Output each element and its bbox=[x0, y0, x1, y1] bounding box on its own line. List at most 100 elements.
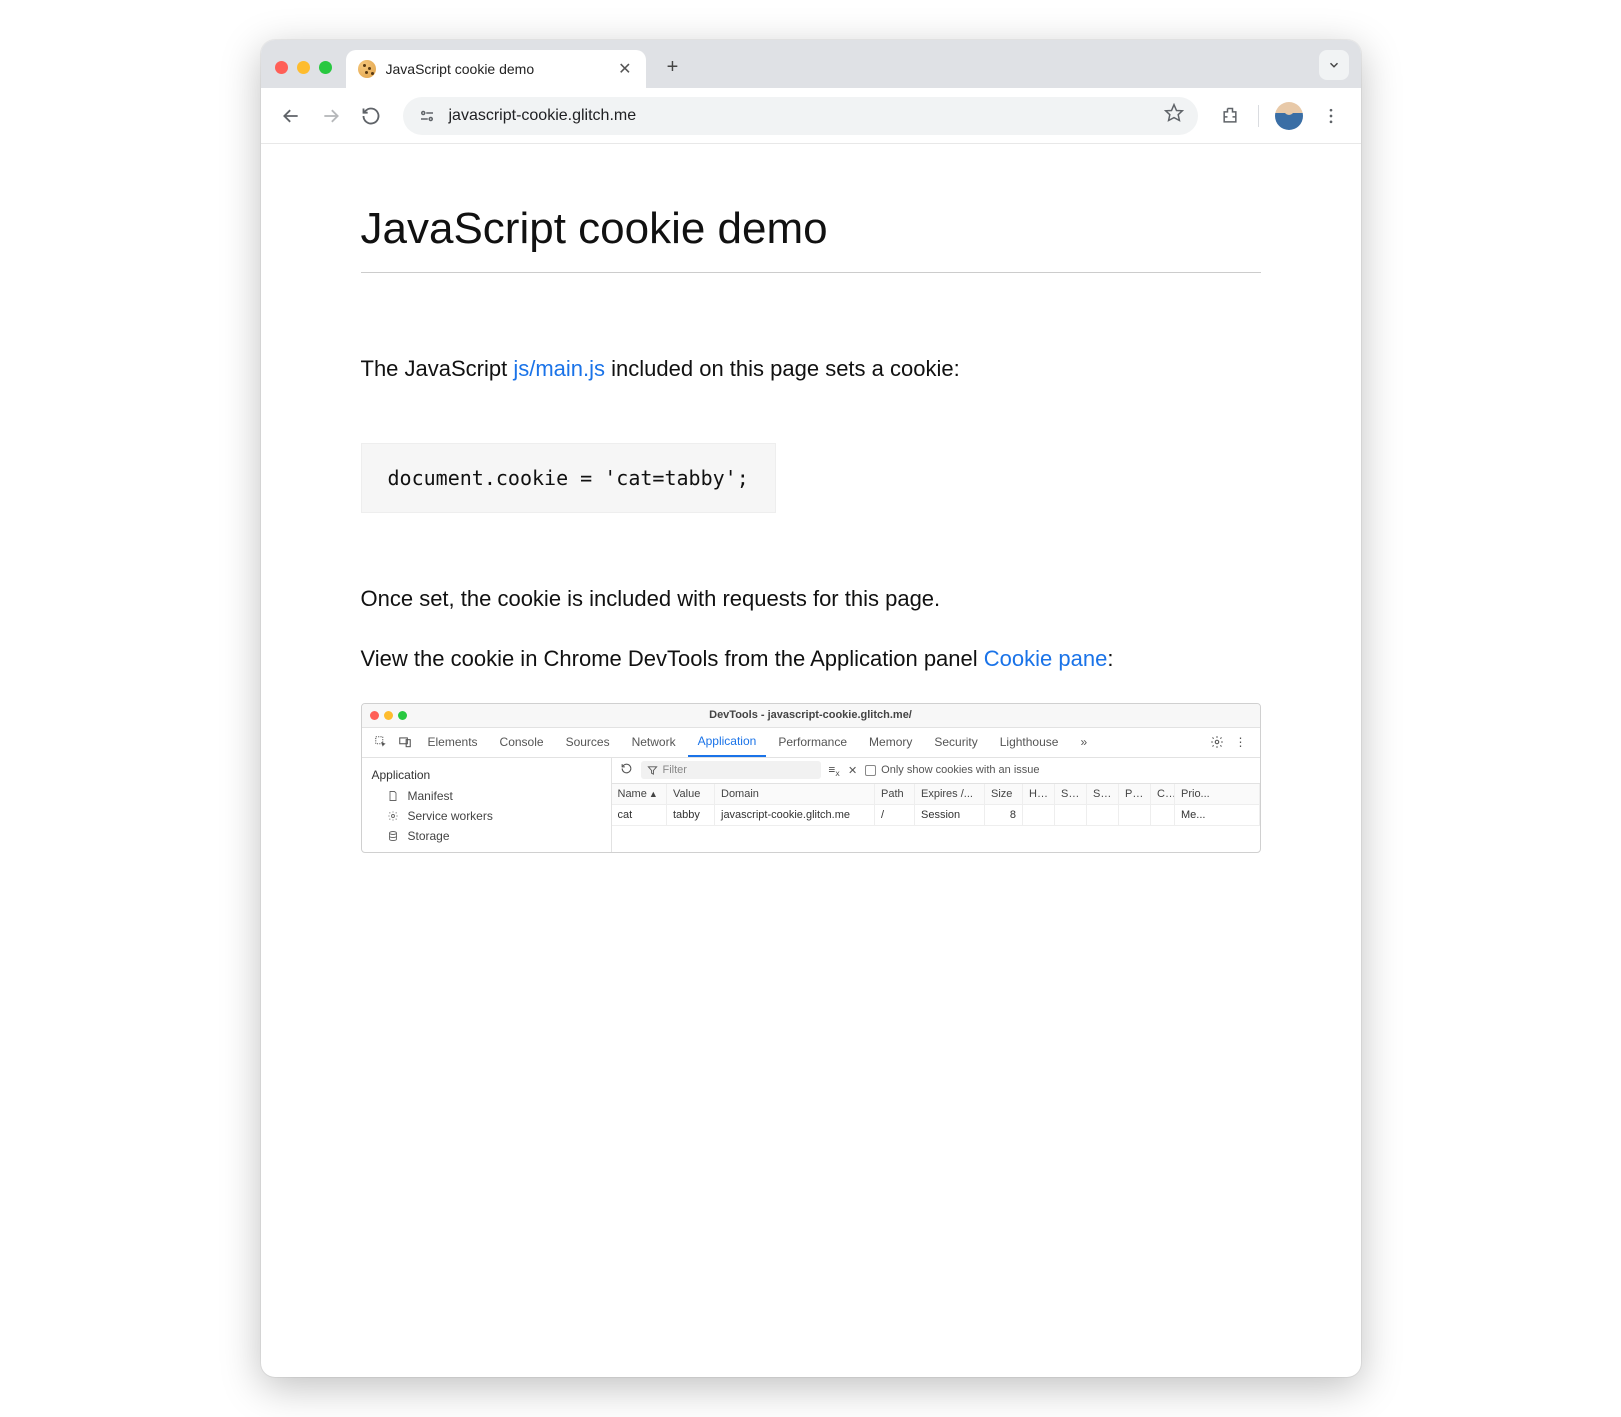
cell-value: tabby bbox=[667, 804, 715, 825]
cookie-row[interactable]: cat tabby javascript-cookie.glitch.me / … bbox=[612, 804, 1260, 825]
page-content: JavaScript cookie demo The JavaScript js… bbox=[261, 144, 1361, 893]
tab-dropdown-button[interactable] bbox=[1319, 50, 1349, 80]
para3-text-2: : bbox=[1107, 646, 1113, 671]
devtools-minimize-button[interactable] bbox=[384, 711, 393, 720]
col-domain[interactable]: Domain bbox=[715, 784, 875, 805]
mainjs-link[interactable]: js/main.js bbox=[513, 356, 605, 381]
col-path[interactable]: Path bbox=[875, 784, 915, 805]
clear-all-icon[interactable]: ✕ bbox=[848, 764, 857, 777]
tab-sources[interactable]: Sources bbox=[556, 728, 620, 757]
toolbar: javascript-cookie.glitch.me bbox=[261, 88, 1361, 144]
cookie-filter-input[interactable]: Filter bbox=[641, 761, 821, 779]
devtools-sidebar: Application Manifest Service workers bbox=[362, 758, 612, 852]
devtools-maximize-button[interactable] bbox=[398, 711, 407, 720]
page-title: JavaScript cookie demo bbox=[361, 204, 1261, 273]
database-icon bbox=[386, 830, 400, 842]
browser-window: JavaScript cookie demo ✕ + javascript-co… bbox=[261, 40, 1361, 1377]
cell-c bbox=[1151, 804, 1175, 825]
devtools-main: Filter ≡x ✕ Only show cookies with an is… bbox=[612, 758, 1260, 852]
cell-size: 8 bbox=[985, 804, 1023, 825]
sidebar-item-service-workers[interactable]: Service workers bbox=[362, 806, 611, 826]
sort-asc-icon: ▲ bbox=[649, 789, 658, 799]
sidebar-item-storage[interactable]: Storage bbox=[362, 826, 611, 846]
checkbox-icon bbox=[865, 765, 876, 776]
devtools-menu-icon[interactable]: ⋮ bbox=[1230, 735, 1252, 749]
back-button[interactable] bbox=[273, 98, 309, 134]
tabs-overflow[interactable]: » bbox=[1070, 728, 1097, 757]
cell-partition bbox=[1119, 804, 1151, 825]
col-priority[interactable]: Prio... bbox=[1175, 784, 1260, 805]
profile-avatar[interactable] bbox=[1275, 102, 1303, 130]
tab-elements[interactable]: Elements bbox=[418, 728, 488, 757]
col-name[interactable]: Name▲ bbox=[612, 784, 667, 805]
tab-title: JavaScript cookie demo bbox=[386, 61, 607, 77]
extensions-button[interactable] bbox=[1212, 98, 1248, 134]
maximize-window-button[interactable] bbox=[319, 61, 332, 74]
devtools-close-button[interactable] bbox=[370, 711, 379, 720]
cookie-filter-bar: Filter ≡x ✕ Only show cookies with an is… bbox=[612, 758, 1260, 784]
col-size[interactable]: Size bbox=[985, 784, 1023, 805]
tab-network[interactable]: Network bbox=[622, 728, 686, 757]
col-expires[interactable]: Expires /... bbox=[915, 784, 985, 805]
intro-text-1: The JavaScript bbox=[361, 356, 514, 381]
device-toolbar-icon[interactable] bbox=[394, 735, 416, 749]
col-samesite[interactable]: Sa... bbox=[1087, 784, 1119, 805]
url-text: javascript-cookie.glitch.me bbox=[449, 107, 1152, 125]
intro-paragraph: The JavaScript js/main.js included on th… bbox=[361, 353, 1261, 385]
col-value[interactable]: Value bbox=[667, 784, 715, 805]
gear-icon bbox=[386, 810, 400, 822]
reload-button[interactable] bbox=[353, 98, 389, 134]
devtools-panel-tabs: Elements Console Sources Network Applica… bbox=[362, 728, 1260, 758]
only-issue-checkbox[interactable]: Only show cookies with an issue bbox=[865, 764, 1039, 776]
new-tab-button[interactable]: + bbox=[660, 54, 686, 80]
cell-secure bbox=[1055, 804, 1087, 825]
para3-text-1: View the cookie in Chrome DevTools from … bbox=[361, 646, 984, 671]
devtools-body: Application Manifest Service workers bbox=[362, 758, 1260, 852]
minimize-window-button[interactable] bbox=[297, 61, 310, 74]
browser-tab[interactable]: JavaScript cookie demo ✕ bbox=[346, 50, 646, 88]
col-partition[interactable]: Pa... bbox=[1119, 784, 1151, 805]
forward-button[interactable] bbox=[313, 98, 349, 134]
cell-samesite bbox=[1087, 804, 1119, 825]
inspect-element-icon[interactable] bbox=[370, 735, 392, 749]
devtools-window: DevTools - javascript-cookie.glitch.me/ … bbox=[361, 703, 1261, 853]
intro-text-2: included on this page sets a cookie: bbox=[605, 356, 960, 381]
tab-strip: JavaScript cookie demo ✕ + bbox=[261, 40, 1361, 88]
code-block: document.cookie = 'cat=tabby'; bbox=[361, 443, 776, 513]
close-tab-button[interactable]: ✕ bbox=[616, 59, 633, 79]
col-c[interactable]: C.. bbox=[1151, 784, 1175, 805]
devtools-title-text: DevTools - javascript-cookie.glitch.me/ bbox=[709, 709, 912, 721]
funnel-icon bbox=[647, 765, 658, 776]
sidebar-item-manifest[interactable]: Manifest bbox=[362, 786, 611, 806]
tab-performance[interactable]: Performance bbox=[768, 728, 857, 757]
cell-domain: javascript-cookie.glitch.me bbox=[715, 804, 875, 825]
tab-security[interactable]: Security bbox=[924, 728, 987, 757]
window-controls bbox=[275, 61, 332, 74]
menu-kebab-icon[interactable] bbox=[1313, 98, 1349, 134]
sidebar-label-storage: Storage bbox=[408, 829, 450, 843]
cell-httponly bbox=[1023, 804, 1055, 825]
settings-gear-icon[interactable] bbox=[1206, 735, 1228, 749]
file-icon bbox=[386, 790, 400, 802]
tab-application[interactable]: Application bbox=[688, 728, 767, 757]
bookmark-star-icon[interactable] bbox=[1164, 103, 1184, 128]
clear-filter-icon[interactable]: ≡x bbox=[829, 763, 840, 778]
toolbar-divider bbox=[1258, 105, 1259, 127]
cell-expires: Session bbox=[915, 804, 985, 825]
col-secure[interactable]: Se... bbox=[1055, 784, 1087, 805]
tab-lighthouse[interactable]: Lighthouse bbox=[990, 728, 1069, 757]
cookie-pane-link[interactable]: Cookie pane bbox=[984, 646, 1108, 671]
para-once-set: Once set, the cookie is included with re… bbox=[361, 583, 1261, 615]
refresh-cookies-icon[interactable] bbox=[620, 762, 633, 778]
tab-console[interactable]: Console bbox=[490, 728, 554, 757]
only-issue-label: Only show cookies with an issue bbox=[881, 764, 1039, 776]
cell-path: / bbox=[875, 804, 915, 825]
devtools-titlebar: DevTools - javascript-cookie.glitch.me/ bbox=[362, 704, 1260, 728]
col-httponly[interactable]: Ht... bbox=[1023, 784, 1055, 805]
tab-memory[interactable]: Memory bbox=[859, 728, 922, 757]
devtools-window-controls bbox=[370, 711, 407, 720]
address-bar[interactable]: javascript-cookie.glitch.me bbox=[403, 97, 1198, 135]
close-window-button[interactable] bbox=[275, 61, 288, 74]
para-view-cookie: View the cookie in Chrome DevTools from … bbox=[361, 643, 1261, 675]
site-settings-icon[interactable] bbox=[417, 106, 437, 126]
